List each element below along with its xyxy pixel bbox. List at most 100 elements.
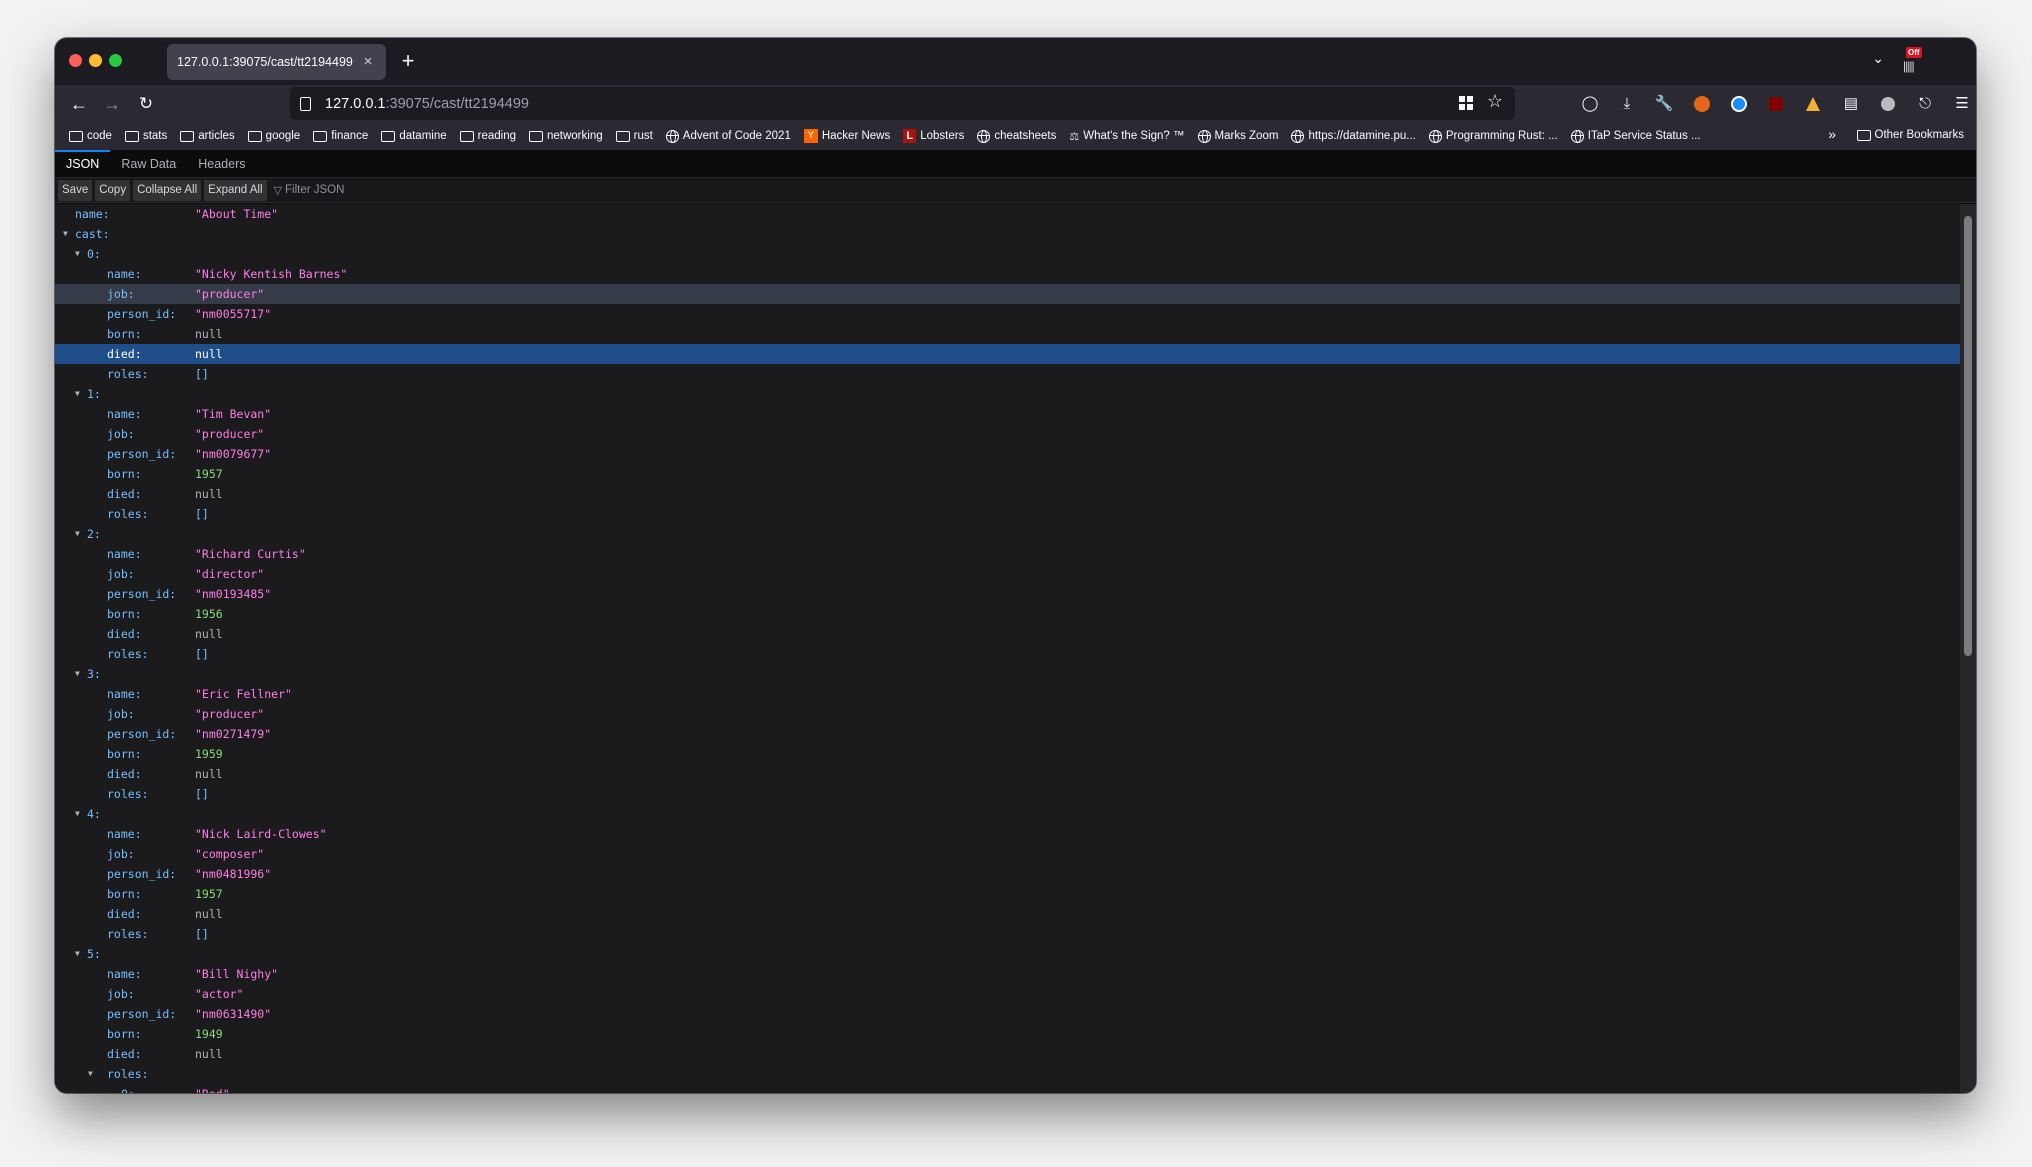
extension-off-icon[interactable]: ||||| Off xyxy=(1900,47,1926,75)
json-row[interactable]: roles: [] xyxy=(55,924,1960,944)
expand-toggle-icon[interactable]: ▼ xyxy=(88,1064,93,1084)
bookmark-item[interactable]: datamine xyxy=(381,130,447,142)
zoom-window-button[interactable] xyxy=(109,54,122,67)
json-row[interactable]: born: 1957 xyxy=(55,884,1960,904)
json-row[interactable]: roles: [] xyxy=(55,644,1960,664)
json-row[interactable]: job: "producer" xyxy=(55,284,1960,304)
expand-toggle-icon[interactable]: ▼ xyxy=(75,244,80,264)
chevron-down-icon[interactable]: ⌄ xyxy=(1872,50,1884,67)
json-row[interactable]: born: null xyxy=(55,324,1960,344)
json-row[interactable]: name: "Tim Bevan" xyxy=(55,404,1960,424)
json-row[interactable]: ▼ 5: xyxy=(55,944,1960,964)
bookmark-item[interactable]: ⚖ What's the Sign? ™ xyxy=(1069,130,1184,143)
json-row[interactable]: ▼ 4: xyxy=(55,804,1960,824)
bookmark-item[interactable]: articles xyxy=(180,130,235,142)
json-row[interactable]: ▼ 0: xyxy=(55,244,1960,264)
json-row[interactable]: born: 1957 xyxy=(55,464,1960,484)
json-row[interactable]: name: "Nick Laird-Clowes" xyxy=(55,824,1960,844)
tab-headers[interactable]: Headers xyxy=(187,150,256,178)
firefox-color-icon[interactable] xyxy=(1691,93,1713,115)
wrench-icon[interactable]: 🔧 xyxy=(1653,93,1675,115)
bookmark-item[interactable]: cheatsheets xyxy=(977,129,1056,143)
expand-toggle-icon[interactable]: ▼ xyxy=(75,664,80,684)
menu-icon[interactable]: ☰ xyxy=(1951,93,1973,115)
json-row[interactable]: ▼ 3: xyxy=(55,664,1960,684)
json-row[interactable]: roles: [] xyxy=(55,784,1960,804)
json-row[interactable]: died: null xyxy=(55,624,1960,644)
expand-toggle-icon[interactable]: ▼ xyxy=(75,524,80,544)
bookmark-item[interactable]: Programming Rust: ... xyxy=(1428,129,1558,143)
forward-button[interactable]: → xyxy=(98,90,126,118)
extension-avatar-icon[interactable] xyxy=(1877,93,1899,115)
reader-icon[interactable]: ▤ xyxy=(1840,93,1862,115)
back-button[interactable]: ← xyxy=(65,90,93,118)
bookmark-item[interactable]: reading xyxy=(459,130,516,142)
bookmark-item[interactable]: google xyxy=(247,130,300,142)
json-row[interactable]: born: 1959 xyxy=(55,744,1960,764)
minimize-window-button[interactable] xyxy=(89,54,102,67)
scrollbar-thumb[interactable] xyxy=(1964,216,1972,656)
close-window-button[interactable] xyxy=(69,54,82,67)
collapse-all-button[interactable]: Collapse All xyxy=(133,179,202,201)
bookmark-star-icon[interactable]: ☆ xyxy=(1487,91,1503,112)
url-text[interactable]: 127.0.0.1:39075/cast/tt2194499 xyxy=(325,96,529,112)
json-row[interactable]: born: 1956 xyxy=(55,604,1960,624)
json-row[interactable]: ▼ 2: xyxy=(55,524,1960,544)
json-row[interactable]: died: null xyxy=(55,344,1960,364)
expand-toggle-icon[interactable]: ▼ xyxy=(63,224,68,244)
expand-toggle-icon[interactable]: ▼ xyxy=(75,384,80,404)
json-row[interactable]: died: null xyxy=(55,904,1960,924)
bookmarks-overflow-button[interactable]: » xyxy=(1828,126,1836,142)
bookmark-item[interactable]: ITaP Service Status ... xyxy=(1570,129,1701,143)
json-row[interactable]: 0: "Rod" xyxy=(55,1084,1960,1093)
json-row[interactable]: job: "producer" xyxy=(55,424,1960,444)
json-row[interactable]: person_id: "nm0193485" xyxy=(55,584,1960,604)
filter-json-input[interactable]: ▽ Filter JSON xyxy=(274,184,345,197)
save-button[interactable]: Save xyxy=(58,179,93,201)
bookmark-item[interactable]: Marks Zoom xyxy=(1197,129,1278,143)
pocket-icon[interactable]: ◯ xyxy=(1579,93,1601,115)
json-row[interactable]: person_id: "nm0271479" xyxy=(55,724,1960,744)
bookmark-item[interactable]: networking xyxy=(529,130,603,142)
expand-toggle-icon[interactable]: ▼ xyxy=(75,944,80,964)
json-row[interactable]: person_id: "nm0079677" xyxy=(55,444,1960,464)
json-row[interactable]: name: "Nicky Kentish Barnes" xyxy=(55,264,1960,284)
json-row[interactable]: died: null xyxy=(55,1044,1960,1064)
bookmark-item[interactable]: Y Hacker News xyxy=(803,129,890,143)
tab-raw-data[interactable]: Raw Data xyxy=(110,150,187,178)
close-tab-icon[interactable]: × xyxy=(358,52,378,72)
ublock-origin-icon[interactable] xyxy=(1765,93,1787,115)
onepassword-icon[interactable] xyxy=(1728,93,1750,115)
json-row[interactable]: ▼ cast: xyxy=(55,224,1960,244)
json-row[interactable]: person_id: "nm0481996" xyxy=(55,864,1960,884)
tab-json[interactable]: JSON xyxy=(55,149,111,178)
json-row[interactable]: died: null xyxy=(55,764,1960,784)
party-icon[interactable] xyxy=(1802,93,1824,115)
json-row[interactable]: ▼ roles: xyxy=(55,1064,1960,1084)
json-row[interactable]: roles: [] xyxy=(55,504,1960,524)
download-icon[interactable]: ⤓ xyxy=(1616,93,1638,115)
json-row[interactable]: born: 1949 xyxy=(55,1024,1960,1044)
bookmark-item[interactable]: L Lobsters xyxy=(903,129,964,143)
bookmark-item[interactable]: finance xyxy=(313,130,368,142)
json-row[interactable]: name: "About Time" xyxy=(55,204,1960,224)
bookmark-item[interactable]: code xyxy=(69,130,112,142)
json-row[interactable]: name: "Eric Fellner" xyxy=(55,684,1960,704)
json-row[interactable]: job: "composer" xyxy=(55,844,1960,864)
reload-button[interactable]: ↻ xyxy=(132,90,160,118)
expand-toggle-icon[interactable]: ▼ xyxy=(75,804,80,824)
json-row[interactable]: person_id: "nm0055717" xyxy=(55,304,1960,324)
json-row[interactable]: job: "director" xyxy=(55,564,1960,584)
vertical-scrollbar[interactable] xyxy=(1960,204,1976,1093)
url-bar[interactable]: 127.0.0.1:39075/cast/tt2194499 ☆ xyxy=(290,87,1515,120)
browser-tab-active[interactable]: 127.0.0.1:39075/cast/tt2194499 × xyxy=(167,44,386,80)
json-row[interactable]: person_id: "nm0631490" xyxy=(55,1004,1960,1024)
copy-button[interactable]: Copy xyxy=(95,179,131,201)
json-row[interactable]: job: "producer" xyxy=(55,704,1960,724)
json-row[interactable]: roles: [] xyxy=(55,364,1960,384)
expand-all-button[interactable]: Expand All xyxy=(204,179,267,201)
bookmark-item[interactable]: stats xyxy=(124,130,167,142)
json-row[interactable]: ▼ 1: xyxy=(55,384,1960,404)
extensions-icon[interactable]: ⎋ xyxy=(1914,93,1936,115)
new-tab-button[interactable]: + xyxy=(395,48,421,74)
